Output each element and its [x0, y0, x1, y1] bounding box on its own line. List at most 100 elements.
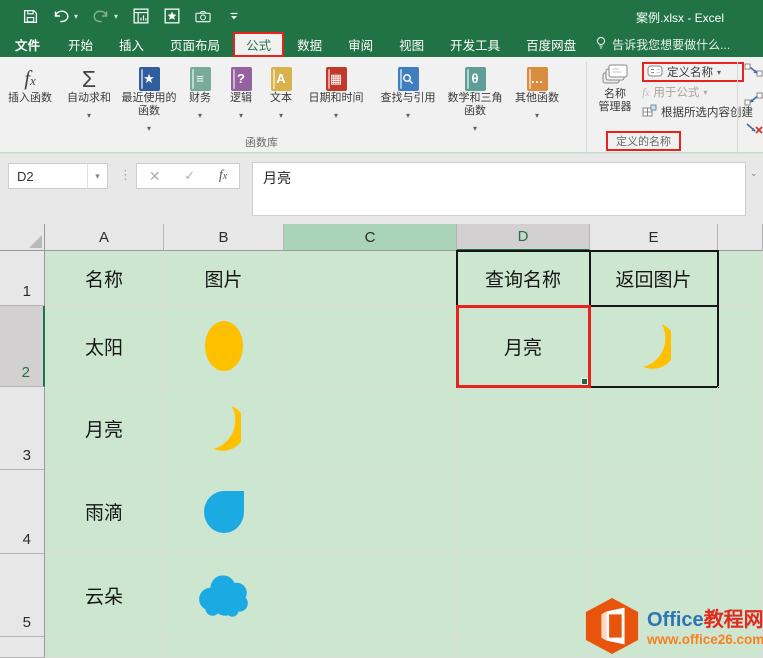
tab-developer[interactable]: 开发工具 — [437, 32, 513, 57]
tab-view[interactable]: 视图 — [386, 32, 437, 57]
tab-baidu-netdisk[interactable]: 百度网盘 — [513, 32, 589, 57]
cell-e1[interactable]: 返回图片 — [590, 251, 718, 306]
row-header-3[interactable]: 3 — [0, 387, 45, 470]
cell-a4[interactable]: 雨滴 — [45, 470, 164, 554]
row-header-5[interactable]: 5 — [0, 554, 45, 637]
cell-b1[interactable]: 图片 — [164, 251, 284, 306]
cell-d5[interactable] — [457, 554, 590, 637]
recently-used-button[interactable]: ★ 最近使用的函数 — [120, 60, 178, 146]
cell-b3[interactable] — [164, 387, 284, 470]
col-header-b[interactable]: B — [164, 224, 284, 251]
cell-a5[interactable]: 云朵 — [45, 554, 164, 637]
name-box[interactable]: D2 ▾ — [8, 163, 108, 189]
cell-d1[interactable]: 查询名称 — [457, 251, 590, 306]
cell-f1[interactable] — [718, 251, 763, 306]
date-time-button[interactable]: ▦ 日期和时间 — [302, 60, 370, 146]
cell-e2[interactable] — [590, 306, 718, 387]
col-header-f[interactable] — [718, 224, 763, 251]
logic-book-icon: ? — [231, 65, 252, 92]
cell-c3[interactable] — [284, 387, 457, 470]
cell-a6[interactable] — [45, 637, 164, 658]
lookup-reference-button[interactable]: 查找与引用 — [372, 60, 444, 146]
tab-page-layout[interactable]: 页面布局 — [157, 32, 233, 57]
col-header-c[interactable]: C — [284, 224, 457, 251]
formula-bar-splitter[interactable]: ⋮ — [119, 167, 132, 183]
remove-arrows-icon[interactable] — [744, 121, 763, 141]
enter-icon[interactable]: ✓ — [184, 168, 195, 184]
name-manager-button[interactable]: 名称 管理器 — [590, 61, 640, 114]
math-trig-button[interactable]: θ 数学和三角函数 — [446, 60, 504, 146]
cloud-shape[interactable] — [195, 570, 253, 620]
sun-shape[interactable] — [205, 321, 243, 371]
tab-insert[interactable]: 插入 — [106, 32, 157, 57]
tab-formulas[interactable]: 公式 — [233, 32, 284, 57]
moon-shape[interactable] — [636, 323, 671, 370]
insert-function-icon[interactable]: fx — [219, 168, 227, 184]
define-name-button[interactable]: 定义名称 — [642, 62, 744, 82]
col-header-d[interactable]: D — [457, 224, 590, 251]
print-preview-icon[interactable] — [133, 8, 149, 24]
cell-d3[interactable] — [457, 387, 590, 470]
cell-b6[interactable] — [164, 637, 284, 658]
title-bar: ▾ ▾ 案例.xlsx - Excel — [0, 0, 763, 32]
cell-e3[interactable] — [590, 387, 718, 470]
more-functions-button[interactable]: … 其他函数 — [506, 60, 568, 146]
col-header-e[interactable]: E — [590, 224, 718, 251]
recent-book-icon: ★ — [139, 65, 160, 92]
cell-d4[interactable] — [457, 470, 590, 554]
cell-c4[interactable] — [284, 470, 457, 554]
tab-file[interactable]: 文件 — [0, 32, 55, 57]
cell-a3[interactable]: 月亮 — [45, 387, 164, 470]
autosum-button[interactable]: Σ 自动求和 — [60, 60, 118, 146]
camera-icon[interactable] — [195, 8, 211, 24]
row-header-4[interactable]: 4 — [0, 470, 45, 554]
tell-me-box[interactable]: 告诉我您想要做什么... — [595, 32, 730, 57]
cell-c5[interactable] — [284, 554, 457, 637]
cell-b5[interactable] — [164, 554, 284, 637]
cell-b2[interactable] — [164, 306, 284, 387]
tab-review[interactable]: 审阅 — [335, 32, 386, 57]
cell-c6[interactable] — [284, 637, 457, 658]
insert-function-button[interactable]: fx 插入函数 — [2, 60, 58, 146]
cell-e4[interactable] — [590, 470, 718, 554]
undo-icon[interactable] — [53, 8, 69, 24]
cell-c2[interactable] — [284, 306, 457, 387]
formula-input[interactable]: 月亮 — [252, 162, 746, 216]
col-header-a[interactable]: A — [45, 224, 164, 251]
cell-f2[interactable] — [718, 306, 763, 387]
formula-bar-expand-icon[interactable]: ⌄ — [750, 168, 758, 179]
row-header-2[interactable]: 2 — [0, 306, 45, 387]
cell-a2[interactable]: 太阳 — [45, 306, 164, 387]
name-box-dropdown-icon[interactable]: ▾ — [87, 164, 107, 188]
cell-d6[interactable] — [457, 637, 590, 658]
row-header-6[interactable] — [0, 637, 45, 658]
watermark-brand: Office — [647, 609, 704, 631]
save-icon[interactable] — [22, 8, 38, 24]
dropdown-arrow-icon — [279, 105, 283, 123]
moon-shape[interactable] — [206, 405, 241, 452]
select-all-corner[interactable] — [0, 224, 45, 251]
tell-me-label: 告诉我您想要做什么... — [612, 36, 730, 53]
tab-home[interactable]: 开始 — [55, 32, 106, 57]
cell-f3[interactable] — [718, 387, 763, 470]
tab-data[interactable]: 数据 — [284, 32, 335, 57]
text-book-icon: A — [271, 65, 292, 92]
favorite-icon[interactable] — [164, 8, 180, 24]
cell-b4[interactable] — [164, 470, 284, 554]
cancel-icon[interactable]: ✕ — [149, 168, 161, 185]
trace-precedents-icon[interactable] — [744, 63, 763, 83]
fill-handle[interactable] — [581, 378, 588, 385]
trace-dependents-icon[interactable] — [744, 92, 763, 112]
cell-c1[interactable] — [284, 251, 457, 306]
cell-a1[interactable]: 名称 — [45, 251, 164, 306]
cell-f4[interactable] — [718, 470, 763, 554]
cell-d2-active[interactable]: 月亮 — [457, 306, 590, 387]
financial-button[interactable]: ≡ 财务 — [180, 60, 220, 146]
dropdown-arrow-icon — [334, 105, 338, 123]
watermark-brand-suffix: 教程网 — [704, 609, 763, 631]
customize-quick-access-icon[interactable] — [226, 8, 242, 24]
dropdown-arrow-icon — [703, 86, 707, 98]
row-header-1[interactable]: 1 — [0, 251, 45, 306]
undo-dropdown-icon[interactable]: ▾ — [74, 12, 78, 21]
raindrop-shape[interactable] — [204, 491, 244, 533]
